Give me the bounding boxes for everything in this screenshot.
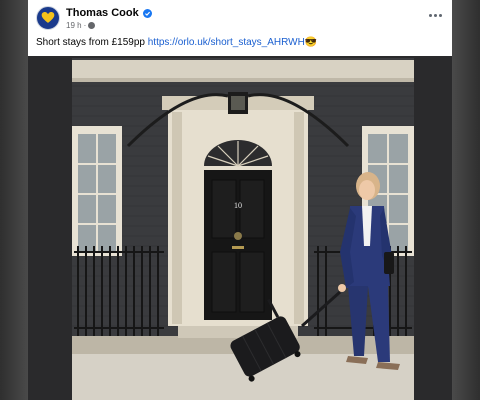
handbag — [384, 252, 394, 274]
post-image[interactable]: 10 — [28, 56, 452, 400]
post-caption: Short stays from £159pp https://orlo.uk/… — [36, 37, 317, 48]
face — [359, 180, 375, 200]
meta-separator: · — [83, 20, 87, 30]
caption-link[interactable]: https://orlo.uk/short_stays_AHRWH — [148, 37, 305, 48]
stone-cornice — [72, 60, 414, 80]
more-dot — [433, 13, 437, 17]
letterbox — [232, 246, 244, 249]
lion-knocker — [234, 232, 242, 240]
heart-logo-icon — [41, 12, 55, 23]
page-avatar[interactable] — [36, 6, 60, 30]
verified-badge-icon — [142, 8, 152, 18]
downing-street-photo: 10 — [28, 56, 452, 400]
background-left — [0, 0, 28, 400]
background-right — [452, 0, 480, 400]
door-number: 10 — [234, 201, 242, 210]
more-options-button[interactable] — [428, 8, 442, 22]
more-dot — [438, 13, 442, 17]
author-line: Thomas Cook — [66, 6, 152, 20]
caption-emoji: 😎 — [304, 37, 318, 48]
post-time[interactable]: 19 h — [66, 21, 82, 30]
facebook-post: Thomas Cook 19 h · Short stays from £159… — [28, 0, 452, 400]
caption-text: Short stays from £159pp — [36, 37, 148, 48]
more-dot — [428, 13, 432, 17]
author-name[interactable]: Thomas Cook — [66, 7, 139, 19]
globe-icon — [88, 21, 96, 29]
post-header: Thomas Cook 19 h · Short stays from £159… — [28, 0, 452, 56]
post-meta: 19 h · — [66, 19, 96, 31]
